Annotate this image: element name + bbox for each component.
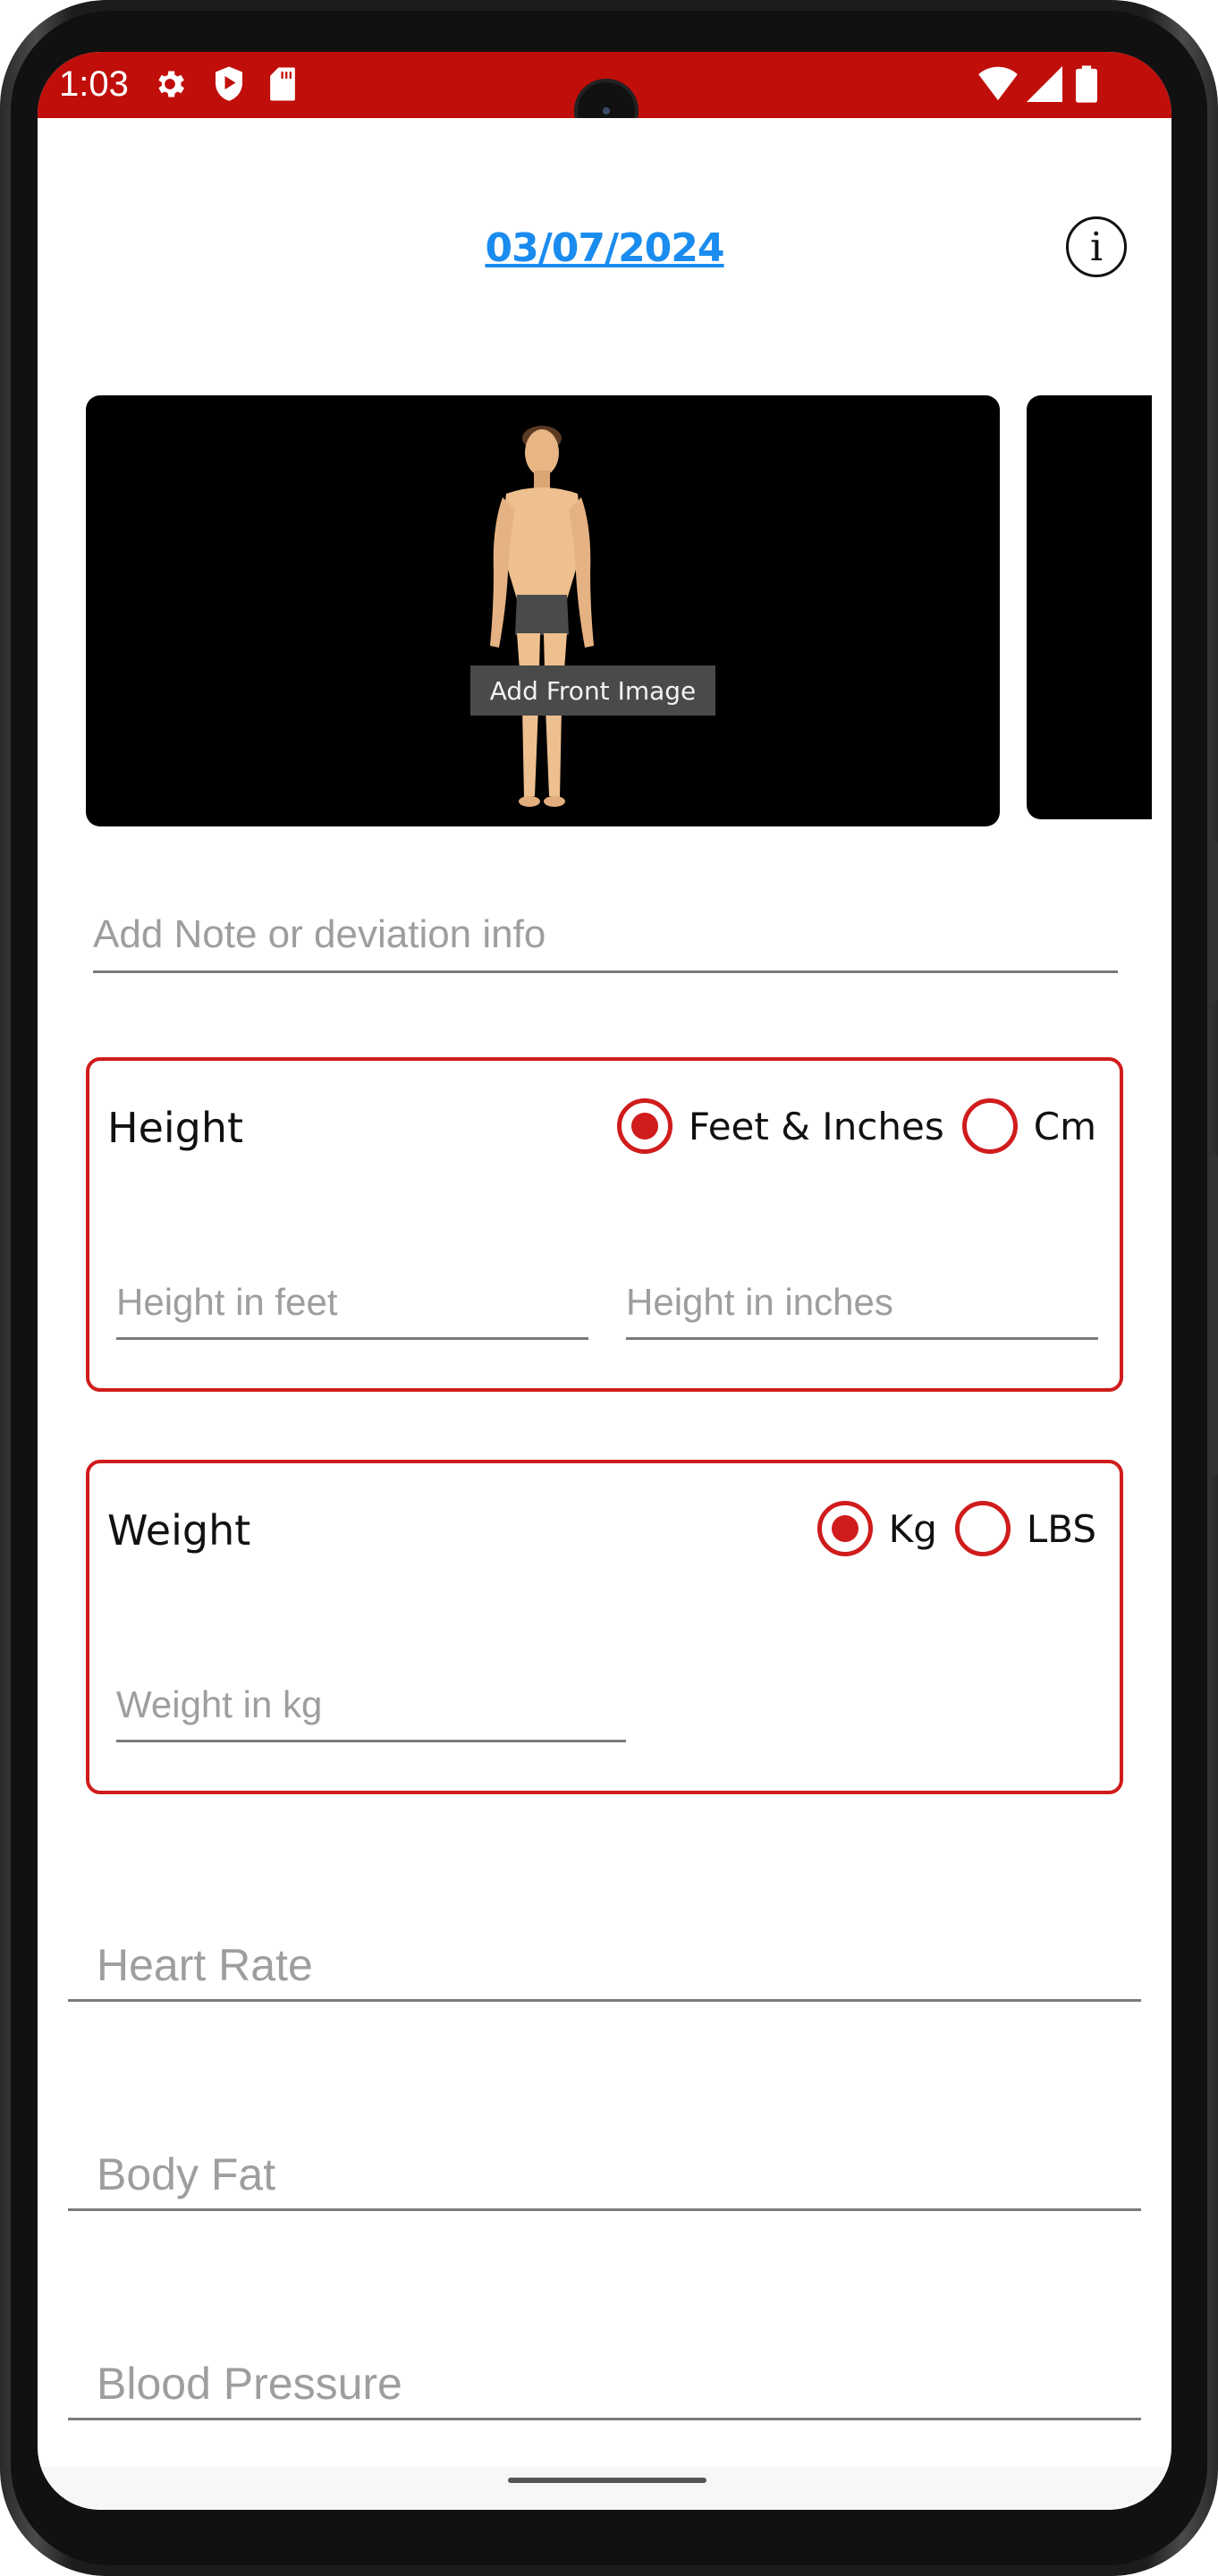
height-title: Height: [107, 1104, 244, 1152]
app-header: 03/07/2024 i: [38, 118, 1171, 351]
note-input[interactable]: [93, 875, 1118, 973]
radio-unchecked-icon: [954, 1501, 1011, 1556]
body-image-carousel[interactable]: Add Front Image: [38, 343, 1171, 826]
battery-icon: [1073, 64, 1100, 104]
radio-label: Feet & Inches: [688, 1104, 944, 1148]
status-time: 1:03: [59, 64, 129, 104]
phone-frame: 1:03 03/07/2024 i Add Front Image Add No…: [0, 0, 1218, 2576]
radio-label: Kg: [888, 1506, 937, 1551]
gear-icon: [150, 64, 190, 104]
radio-checked-icon: [816, 1501, 873, 1556]
height-inches-input[interactable]: [626, 1267, 1098, 1340]
volume-button: [1209, 841, 1218, 1002]
cell-signal-icon: [1025, 64, 1064, 104]
weight-kg-input[interactable]: [116, 1669, 626, 1742]
body-fat-input[interactable]: [68, 2113, 1141, 2211]
height-feet-input[interactable]: [116, 1267, 588, 1340]
heart-rate-input[interactable]: [68, 1903, 1141, 2002]
blood-pressure-input[interactable]: [68, 2322, 1141, 2420]
info-icon[interactable]: i: [1066, 216, 1127, 277]
next-image-card[interactable]: [1027, 395, 1152, 819]
power-button: [1209, 1154, 1218, 1476]
wifi-icon: [977, 64, 1019, 104]
weight-card: Weight Kg LBS: [86, 1460, 1123, 1794]
app-screen: 1:03 03/07/2024 i Add Front Image Add No…: [38, 52, 1171, 2510]
front-image-card[interactable]: Add Front Image: [86, 395, 1000, 826]
status-bar: 1:03: [38, 52, 1171, 143]
weight-unit-radio-group: Kg LBS: [799, 1501, 1096, 1556]
radio-feet-inches[interactable]: Feet & Inches: [616, 1098, 944, 1154]
body-figure-illustration: [490, 426, 594, 807]
weight-title: Weight: [107, 1506, 251, 1555]
shield-play-icon: [211, 64, 247, 104]
height-card: Height Feet & Inches Cm: [86, 1057, 1123, 1392]
home-indicator[interactable]: [508, 2478, 706, 2483]
radio-kg[interactable]: Kg: [816, 1501, 937, 1556]
radio-label: Cm: [1033, 1104, 1096, 1148]
add-front-image-button[interactable]: Add Front Image: [470, 665, 715, 716]
radio-checked-icon: [616, 1098, 672, 1154]
radio-unchecked-icon: [961, 1098, 1018, 1154]
gesture-nav-bar: [38, 2467, 1171, 2510]
date-link[interactable]: 03/07/2024: [38, 225, 1171, 271]
height-unit-radio-group: Feet & Inches Cm: [599, 1098, 1096, 1154]
radio-label: LBS: [1026, 1506, 1096, 1551]
radio-cm[interactable]: Cm: [961, 1098, 1096, 1154]
radio-lbs[interactable]: LBS: [954, 1501, 1096, 1556]
sd-card-icon: [266, 64, 299, 104]
